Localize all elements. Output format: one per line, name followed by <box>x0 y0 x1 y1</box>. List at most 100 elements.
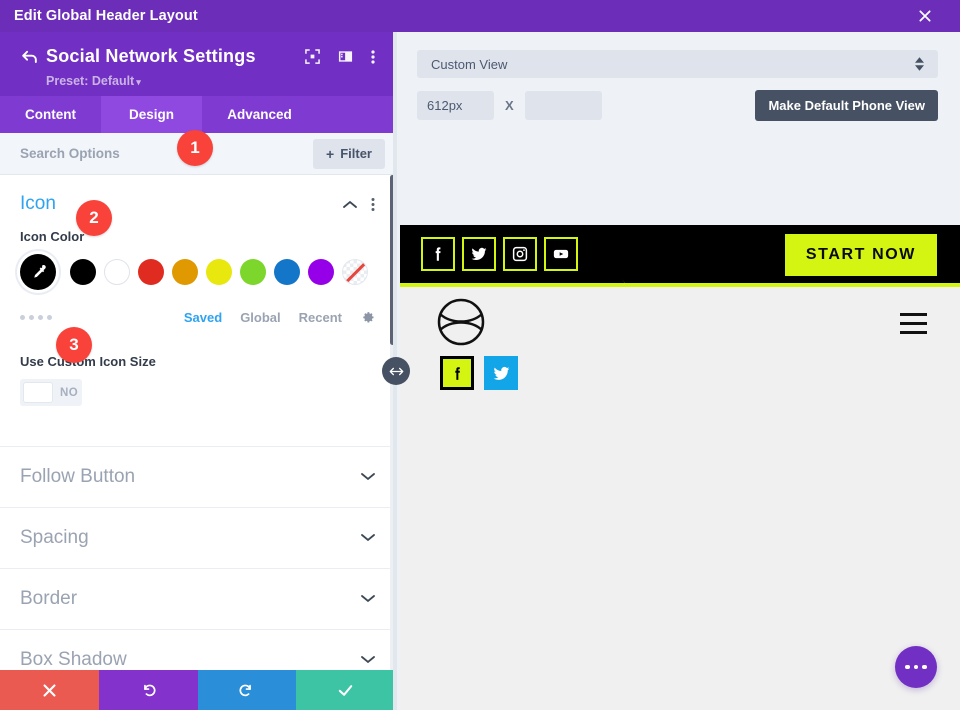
nav-twitter-button[interactable] <box>484 356 518 390</box>
preset-dots-icon[interactable] <box>20 314 184 320</box>
modal-close-button[interactable] <box>890 0 960 32</box>
topbar-social-list <box>421 237 578 271</box>
swatch-transparent[interactable] <box>342 259 368 286</box>
section-label: Box Shadow <box>20 649 127 670</box>
palette-tab-recent[interactable]: Recent <box>299 310 342 325</box>
filter-button[interactable]: + Filter <box>313 138 385 169</box>
plus-icon: + <box>326 145 335 162</box>
swatch-yellow[interactable] <box>206 259 232 286</box>
close-icon <box>43 683 56 697</box>
section-follow-button[interactable]: Follow Button <box>0 446 395 507</box>
youtube-icon <box>553 249 569 259</box>
preset-selector[interactable]: Preset: Default ▾ <box>46 74 381 88</box>
filter-label: Filter <box>340 146 372 162</box>
section-label: Border <box>20 588 78 610</box>
section-border[interactable]: Border <box>0 568 395 629</box>
preview-controls: Custom View X Make Default Phone View <box>395 32 960 121</box>
tab-content[interactable]: Content <box>0 96 101 133</box>
preview-height-input[interactable] <box>524 91 602 120</box>
size-multiply-symbol: X <box>505 98 514 113</box>
nav-social-list <box>440 356 518 390</box>
gear-icon[interactable] <box>360 310 375 325</box>
topbar-facebook-button[interactable] <box>421 237 455 271</box>
panel-resize-handle[interactable] <box>382 357 410 385</box>
check-icon <box>338 684 353 696</box>
start-now-button[interactable]: START NOW <box>784 234 937 276</box>
tab-advanced[interactable]: Advanced <box>202 96 317 133</box>
panel-action-bar <box>0 670 395 710</box>
redo-icon <box>239 684 252 696</box>
tab-design[interactable]: Design <box>101 96 202 133</box>
topbar-youtube-button[interactable] <box>544 237 578 271</box>
site-preview: START NOW <box>400 225 960 710</box>
more-dots-icon <box>905 664 910 670</box>
redo-button[interactable] <box>197 670 297 710</box>
panel-header: Social Network Settings Preset: Default … <box>0 32 395 96</box>
palette-tab-global[interactable]: Global <box>240 310 280 325</box>
preview-width-input[interactable] <box>417 91 494 120</box>
make-default-phone-view-button[interactable]: Make Default Phone View <box>755 90 938 121</box>
topbar-instagram-button[interactable] <box>503 237 537 271</box>
chevron-up-icon[interactable] <box>343 200 357 209</box>
modal-title: Edit Global Header Layout <box>14 8 198 24</box>
swatch-white[interactable] <box>104 259 130 286</box>
swatch-blue[interactable] <box>274 259 300 286</box>
icon-section: Icon Icon Color Saved Global Recent Use … <box>0 175 395 408</box>
undo-button[interactable] <box>98 670 198 710</box>
panel-body: Icon Icon Color Saved Global Recent Use … <box>0 175 395 670</box>
site-nav <box>400 287 960 405</box>
chevron-down-icon: ▾ <box>136 77 141 87</box>
facebook-icon <box>454 366 460 380</box>
custom-icon-size-toggle[interactable]: NO <box>20 379 82 407</box>
eyedropper-icon <box>34 265 46 278</box>
modal-titlebar: Edit Global Header Layout <box>0 0 960 32</box>
step-badge-3: 3 <box>56 327 92 363</box>
view-mode-select[interactable]: Custom View <box>417 50 938 78</box>
step-badge-2: 2 <box>76 200 112 236</box>
hamburger-menu-icon[interactable] <box>900 313 927 340</box>
twitter-icon <box>493 366 509 380</box>
swatch-red[interactable] <box>138 259 164 286</box>
spinner-arrows-icon <box>915 57 924 71</box>
instagram-icon <box>512 246 528 262</box>
icon-color-label: Icon Color <box>20 229 85 245</box>
layout-panel-icon[interactable] <box>338 49 353 64</box>
palette-meta-row: Saved Global Recent <box>20 306 375 328</box>
color-picker-eyedropper-button[interactable] <box>20 254 56 291</box>
topbar-twitter-button[interactable] <box>462 237 496 271</box>
back-arrow-icon <box>22 50 37 63</box>
kebab-menu-icon[interactable] <box>371 49 375 65</box>
twitter-icon <box>471 247 487 261</box>
app-root: Edit Global Header Layout Custom View X … <box>0 0 960 710</box>
circle-logo-icon <box>437 298 485 346</box>
more-dots-icon <box>922 664 927 670</box>
icon-color-swatches <box>20 254 375 291</box>
back-button[interactable] <box>20 47 46 66</box>
swatch-orange[interactable] <box>172 259 198 286</box>
chevron-down-icon <box>361 529 375 547</box>
save-button[interactable] <box>296 670 395 710</box>
view-mode-value: Custom View <box>431 56 508 72</box>
swatch-black[interactable] <box>70 259 96 286</box>
icon-section-title[interactable]: Icon <box>20 193 343 215</box>
focus-frame-icon[interactable] <box>305 49 320 64</box>
preview-area: Custom View X Make Default Phone View <box>395 32 960 710</box>
more-dots-icon <box>913 664 919 670</box>
nav-facebook-button[interactable] <box>440 356 474 390</box>
section-label: Spacing <box>20 527 89 549</box>
settings-tabs: Content Design Advanced <box>0 96 395 133</box>
chevron-down-icon <box>361 468 375 486</box>
search-input[interactable] <box>20 146 314 162</box>
section-box-shadow[interactable]: Box Shadow <box>0 629 395 670</box>
chevron-down-icon <box>361 651 375 669</box>
kebab-menu-icon[interactable] <box>371 197 375 212</box>
more-options-fab[interactable] <box>895 646 937 688</box>
facebook-icon <box>435 247 441 261</box>
palette-tab-saved[interactable]: Saved <box>184 310 222 325</box>
close-icon <box>919 10 931 22</box>
toggle-knob <box>23 382 53 404</box>
swatch-green[interactable] <box>240 259 266 286</box>
section-spacing[interactable]: Spacing <box>0 507 395 568</box>
cancel-button[interactable] <box>0 670 99 710</box>
swatch-purple[interactable] <box>308 259 334 286</box>
